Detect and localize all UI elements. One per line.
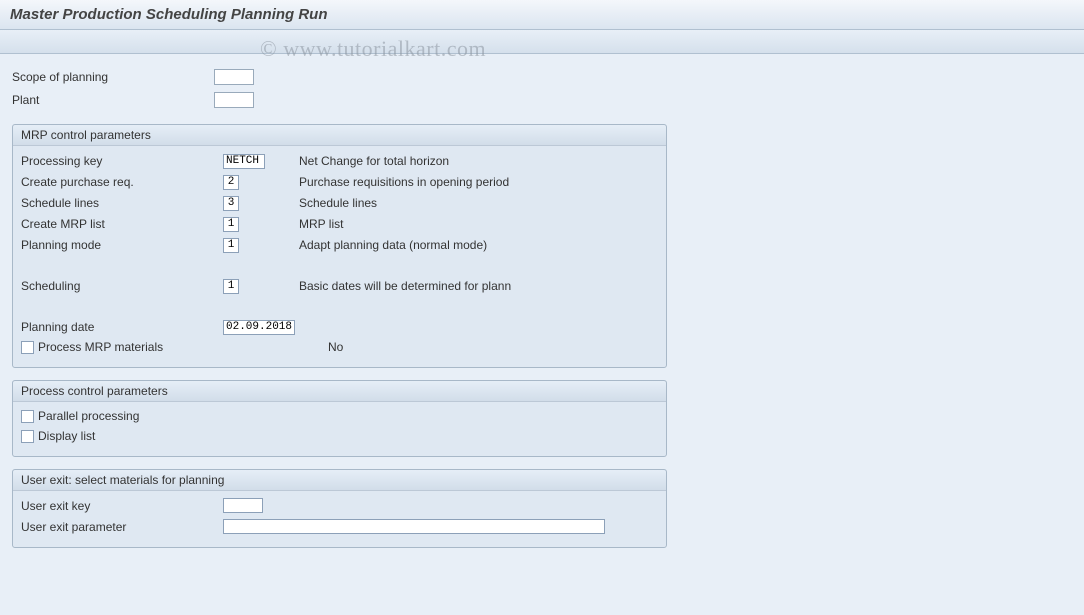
process-mrp-label: Process MRP materials [38, 340, 328, 354]
display-list-checkbox[interactable] [21, 430, 34, 443]
page-title: Master Production Scheduling Planning Ru… [0, 0, 1084, 30]
display-list-label: Display list [38, 429, 328, 443]
user-exit-group: User exit: select materials for planning… [12, 469, 667, 548]
uex-heading: User exit: select materials for planning [13, 470, 666, 491]
create-pr-input[interactable] [223, 175, 239, 190]
processing-key-input[interactable] [223, 154, 265, 169]
scheduling-desc: Basic dates will be determined for plann [299, 279, 511, 293]
planning-mode-desc: Adapt planning data (normal mode) [299, 238, 487, 252]
plant-input[interactable] [214, 92, 254, 108]
planning-mode-label: Planning mode [21, 238, 223, 252]
mrp-control-group: MRP control parameters Processing key Ne… [12, 124, 667, 368]
process-mrp-checkbox[interactable] [21, 341, 34, 354]
uex-param-label: User exit parameter [21, 520, 223, 534]
create-pr-label: Create purchase req. [21, 175, 223, 189]
scope-input[interactable] [214, 69, 254, 85]
parallel-processing-label: Parallel processing [38, 409, 328, 423]
content-area: Scope of planning Plant MRP control para… [0, 54, 1084, 572]
planning-date-input[interactable] [223, 320, 295, 335]
pcp-heading: Process control parameters [13, 381, 666, 402]
plant-label: Plant [12, 93, 214, 107]
schedule-lines-desc: Schedule lines [299, 196, 377, 210]
mrp-heading: MRP control parameters [13, 125, 666, 146]
planning-mode-input[interactable] [223, 238, 239, 253]
scope-label: Scope of planning [12, 70, 214, 84]
create-mrp-input[interactable] [223, 217, 239, 232]
process-mrp-desc: No [328, 340, 343, 354]
uex-key-input[interactable] [223, 498, 263, 513]
parallel-processing-checkbox[interactable] [21, 410, 34, 423]
create-mrp-desc: MRP list [299, 217, 343, 231]
planning-date-label: Planning date [21, 320, 223, 334]
schedule-lines-input[interactable] [223, 196, 239, 211]
toolbar [0, 30, 1084, 54]
create-mrp-label: Create MRP list [21, 217, 223, 231]
uex-param-input[interactable] [223, 519, 605, 534]
process-control-group: Process control parameters Parallel proc… [12, 380, 667, 457]
scheduling-label: Scheduling [21, 279, 223, 293]
processing-key-desc: Net Change for total horizon [299, 154, 449, 168]
create-pr-desc: Purchase requisitions in opening period [299, 175, 509, 189]
scope-plant-block: Scope of planning Plant [12, 66, 1072, 110]
processing-key-label: Processing key [21, 154, 223, 168]
uex-key-label: User exit key [21, 499, 223, 513]
schedule-lines-label: Schedule lines [21, 196, 223, 210]
scheduling-input[interactable] [223, 279, 239, 294]
